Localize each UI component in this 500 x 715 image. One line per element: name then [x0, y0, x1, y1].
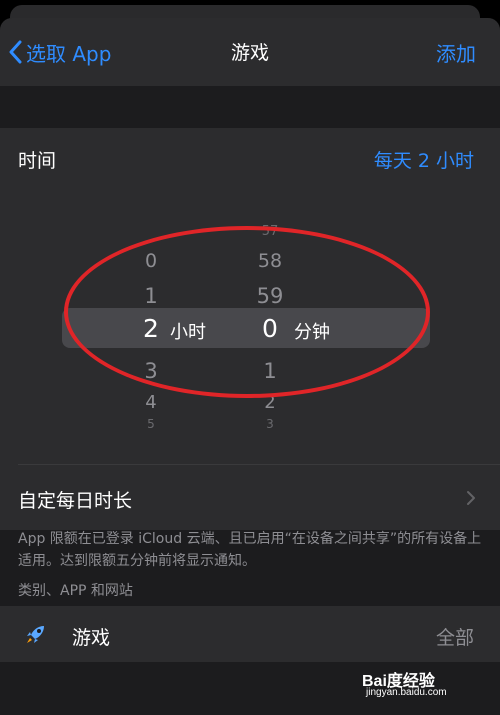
page-title: 游戏 [230, 42, 269, 64]
limit-note: App 限额在已登录 iCloud 云端、且已启用“在设备之间共享”的所有设备上… [18, 531, 482, 569]
time-row[interactable]: 时间 每天 2 小时 [0, 128, 500, 188]
chevron-right-icon [467, 491, 475, 505]
rocket-icon [27, 626, 44, 643]
section-header: 类别、APP 和网站 [18, 583, 133, 599]
time-value: 每天 2 小时 [373, 150, 474, 172]
hour-option[interactable]: 5 [126, 417, 176, 431]
navigation-bar: 选取 App 游戏 添加 [0, 18, 500, 86]
annotation-ellipse [64, 226, 430, 398]
time-label: 时间 [18, 150, 57, 172]
games-value: 全部 [435, 627, 474, 649]
screen: 选取 App 游戏 添加 时间 每天 2 小时 0 1 2 3 4 5 57 5… [0, 0, 500, 715]
sheet: 选取 App 游戏 添加 时间 每天 2 小时 0 1 2 3 4 5 57 5… [0, 18, 500, 715]
add-button[interactable]: 添加 [436, 38, 476, 67]
hour-option[interactable]: 4 [126, 392, 176, 413]
custom-daily-duration-row[interactable]: 自定每日时长 [0, 464, 500, 530]
watermark: Bai度经验 jingyan.baidu.com [360, 667, 480, 701]
watermark-url: jingyan.baidu.com [366, 687, 447, 698]
games-label: 游戏 [72, 627, 111, 649]
minute-option[interactable]: 3 [240, 417, 300, 431]
games-category-row[interactable]: 游戏 全部 [0, 606, 500, 662]
custom-daily-duration-label: 自定每日时长 [18, 490, 133, 512]
